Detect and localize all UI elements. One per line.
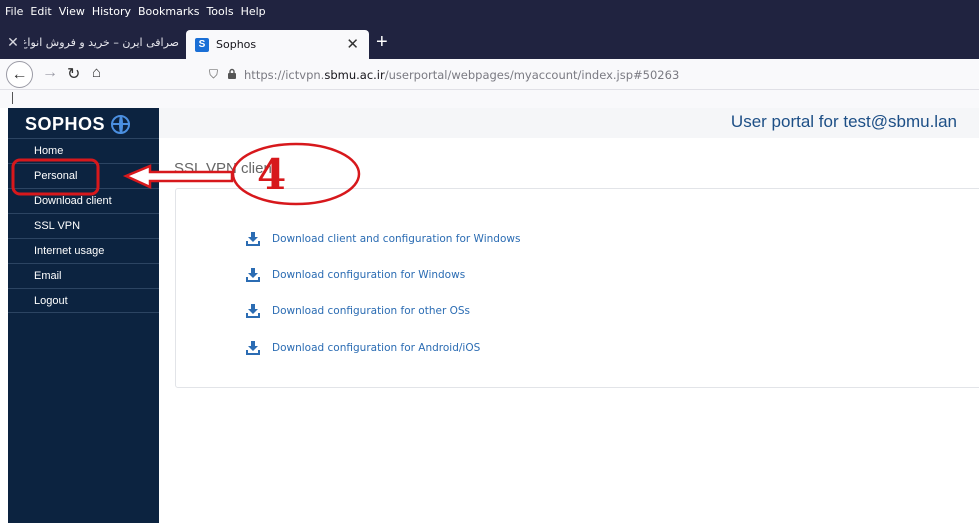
tab-sophos[interactable]: S Sophos ✕ — [186, 30, 369, 59]
download-icon — [246, 268, 260, 282]
sophos-logo: SOPHOS — [25, 114, 131, 135]
sidebar-item-ssl-vpn[interactable]: SSL VPN — [8, 213, 159, 238]
sidebar-item-label: SSL VPN — [34, 220, 81, 232]
menu-file[interactable]: File — [5, 5, 23, 18]
menu-history[interactable]: History — [92, 5, 131, 18]
tab-strip: ✕ صرافی ایرن – خرید و فروش انواع ارز دیج… — [0, 22, 979, 59]
forward-icon[interactable]: → — [42, 64, 58, 82]
download-label: Download client and configuration for Wi… — [272, 233, 521, 245]
sidebar-item-personal[interactable]: Personal — [8, 163, 159, 188]
sidebar-item-label: Download client — [34, 195, 112, 207]
sidebar-item-internet-usage[interactable]: Internet usage — [8, 238, 159, 263]
new-tab-button[interactable]: + — [376, 32, 388, 52]
logo-text: SOPHOS — [25, 114, 106, 134]
sidebar-item-download-client[interactable]: Download client — [8, 188, 159, 213]
address-bar[interactable]: ⛉ https://ictvpn.sbmu.ac.ir/userportal/w… — [200, 62, 979, 87]
download-label: Download configuration for Windows — [272, 269, 466, 281]
download-config-android-ios-link[interactable]: Download configuration for Android/iOS — [246, 341, 480, 355]
sidebar-item-label: Logout — [34, 294, 68, 307]
url-suffix: /userportal/webpages/myaccount/index.jsp… — [384, 67, 680, 82]
download-label: Download configuration for Android/iOS — [272, 342, 481, 354]
home-icon[interactable]: ⌂ — [92, 64, 101, 81]
lock-icon[interactable] — [227, 68, 237, 82]
sidebar-item-home[interactable]: Home — [8, 138, 159, 163]
download-label: Download configuration for other OSs — [272, 305, 471, 317]
download-config-other-os-link[interactable]: Download configuration for other OSs — [246, 304, 470, 318]
annotation-step-number: 4 — [257, 150, 287, 199]
sidebar-item-logout[interactable]: Logout — [8, 288, 159, 313]
menu-view[interactable]: View — [59, 5, 85, 18]
download-icon — [246, 304, 260, 318]
url-prefix: https://ictvpn. — [244, 67, 325, 82]
menu-tools[interactable]: Tools — [206, 5, 233, 18]
portal-header: User portal for test@sbmu.lan — [159, 108, 979, 138]
sidebar-item-label: Personal — [34, 170, 78, 182]
screen: File Edit View History Bookmarks Tools H… — [0, 0, 979, 523]
sidebar-item-label: Home — [34, 145, 64, 157]
close-icon[interactable]: ✕ — [346, 35, 359, 53]
menu-edit[interactable]: Edit — [30, 5, 51, 18]
globe-icon — [111, 115, 131, 134]
tab-title: صرافی ایرن – خرید و فروش انواع ارز دیجیت… — [24, 36, 179, 49]
shield-icon[interactable]: ⛉ — [209, 67, 218, 82]
back-icon[interactable]: ← — [6, 61, 33, 88]
page-content: SOPHOS Home Personal Download client SSL… — [0, 108, 979, 523]
sophos-favicon-icon: S — [195, 37, 209, 52]
download-icon — [246, 341, 260, 355]
text-cursor — [12, 92, 13, 104]
download-icon — [246, 232, 260, 246]
menu-help[interactable]: Help — [241, 5, 266, 18]
downloads-panel: Download client and configuration for Wi… — [175, 188, 979, 388]
sidebar-item-email[interactable]: Email — [8, 263, 159, 288]
sidebar-item-label: Email — [34, 270, 62, 282]
sidebar-item-label: Internet usage — [34, 245, 105, 257]
browser-menu-bar: File Edit View History Bookmarks Tools H… — [0, 0, 979, 22]
navigation-bar: ← → ↻ ⌂ ⛉ https://ictvpn.sbmu.ac.ir/user… — [0, 59, 979, 90]
reload-icon[interactable]: ↻ — [67, 64, 80, 84]
sidebar: SOPHOS Home Personal Download client SSL… — [8, 108, 159, 523]
url-text[interactable]: https://ictvpn.sbmu.ac.ir/userportal/web… — [244, 68, 679, 82]
menu-bookmarks[interactable]: Bookmarks — [138, 5, 199, 18]
close-icon[interactable]: ✕ — [6, 35, 20, 51]
tab-exchange[interactable]: ✕ صرافی ایرن – خرید و فروش انواع ارز دیج… — [4, 30, 182, 55]
page-title: User portal for test@sbmu.lan — [730, 112, 957, 131]
download-config-windows-link[interactable]: Download configuration for Windows — [246, 268, 465, 282]
toolbar-strip — [0, 90, 979, 108]
tab-title: Sophos — [216, 38, 257, 51]
sidebar-menu: Home Personal Download client SSL VPN In… — [8, 138, 159, 313]
download-client-config-windows-link[interactable]: Download client and configuration for Wi… — [246, 232, 520, 246]
url-domain: sbmu.ac.ir — [324, 67, 385, 82]
